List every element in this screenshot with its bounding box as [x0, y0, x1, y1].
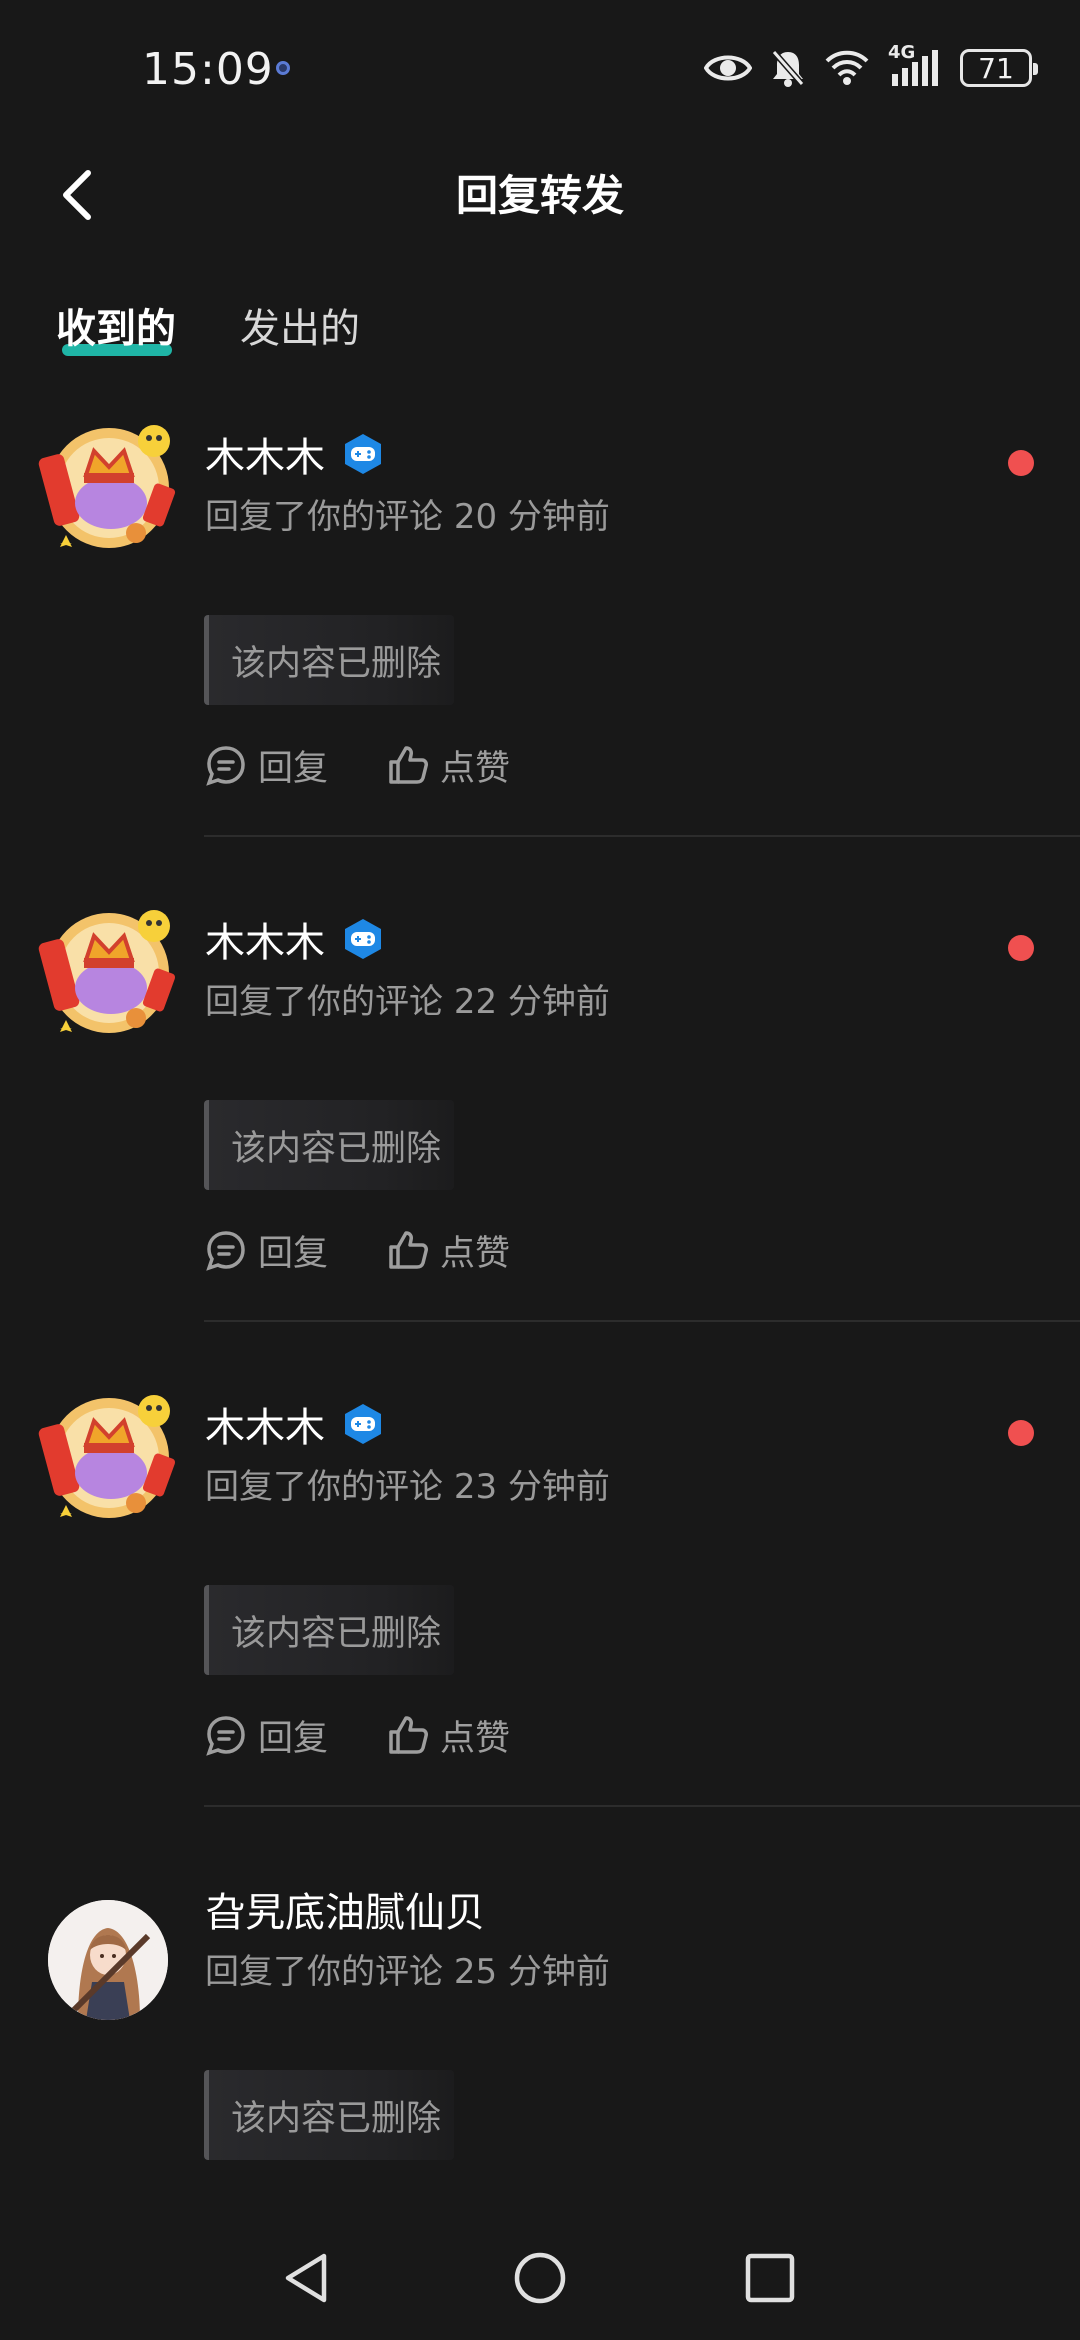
eye-icon: [704, 55, 752, 81]
wifi-icon: [825, 50, 869, 85]
unread-dot: [1008, 935, 1034, 961]
username[interactable]: 旮旯底油腻仙贝: [205, 1880, 485, 1938]
notification-meta: 回复了你的评论 20 分钟前: [205, 497, 610, 537]
comment-icon: [206, 1231, 245, 1271]
avatar[interactable]: [36, 1385, 182, 1531]
quoted-content[interactable]: 该内容已删除: [204, 2070, 454, 2160]
avatar[interactable]: [36, 900, 182, 1046]
quoted-content[interactable]: 该内容已删除: [204, 1585, 454, 1675]
signal-icon: [892, 50, 938, 86]
notification-meta: 回复了你的评论 23 分钟前: [205, 1467, 610, 1507]
nav-home-button[interactable]: [512, 2250, 568, 2310]
like-button[interactable]: 点赞: [386, 1225, 510, 1276]
battery-level: 71: [978, 51, 1014, 85]
square-recents-icon: [745, 2253, 795, 2303]
crown-avatar-image: [38, 425, 176, 548]
notification-item[interactable]: 木木木 回复了你的评论 23 分钟前 该内容已删除 回复 点赞: [0, 1365, 1080, 1850]
username[interactable]: 木木木: [205, 425, 385, 483]
reply-button[interactable]: 回复: [204, 1225, 328, 1276]
divider: [204, 835, 1080, 837]
game-controller-badge-icon: [345, 434, 381, 474]
game-controller-badge-icon: [345, 919, 381, 959]
tab-sent[interactable]: 发出的: [240, 296, 360, 354]
username[interactable]: 木木木: [205, 1395, 385, 1453]
notification-item[interactable]: 木木木 回复了你的评论 20 分钟前 该内容已删除 回复 点赞: [0, 395, 1080, 880]
status-bar: 15:09 4G 71: [0, 0, 1080, 140]
reply-button[interactable]: 回复: [204, 740, 328, 791]
action-row: 回复 点赞: [204, 1705, 568, 1765]
nav-recents-button[interactable]: [742, 2250, 798, 2310]
crown-avatar-image: [38, 910, 176, 1033]
signal-indicator: 4G: [888, 42, 942, 88]
unread-dot: [1008, 1420, 1034, 1446]
page-title: 回复转发: [455, 171, 624, 220]
circle-home-icon: [514, 2252, 566, 2304]
reply-button[interactable]: 回复: [204, 1710, 328, 1761]
thumbs-up-icon: [389, 1716, 429, 1754]
notification-item[interactable]: 木木木 回复了你的评论 22 分钟前 该内容已删除 回复 点赞: [0, 880, 1080, 1365]
triangle-back-icon: [285, 2253, 327, 2303]
like-button[interactable]: 点赞: [386, 740, 510, 791]
username[interactable]: 木木木: [205, 910, 385, 968]
notification-meta: 回复了你的评论 22 分钟前: [205, 982, 610, 1022]
tab-bar: 收到的 发出的: [0, 290, 1080, 370]
nav-back-button[interactable]: [280, 2250, 336, 2310]
tab-received[interactable]: 收到的: [56, 296, 176, 354]
comment-icon: [206, 746, 245, 786]
quoted-content[interactable]: 该内容已删除: [204, 615, 454, 705]
status-icons: 4G 71: [704, 42, 1038, 92]
divider: [204, 1805, 1080, 1807]
crown-avatar-image: [38, 1395, 176, 1518]
quoted-content[interactable]: 该内容已删除: [204, 1100, 454, 1190]
divider: [204, 1320, 1080, 1322]
game-controller-badge-icon: [345, 1404, 381, 1444]
comment-icon: [206, 1716, 245, 1756]
like-button[interactable]: 点赞: [386, 1710, 510, 1761]
header: 回复转发: [0, 140, 1080, 250]
anime-girl-avatar-image: [48, 1900, 168, 2020]
action-row: 回复 点赞: [204, 1220, 568, 1280]
system-navigation-bar: [0, 2210, 1080, 2340]
action-row: 回复 点赞: [204, 735, 568, 795]
avatar[interactable]: [36, 415, 182, 561]
battery-icon: 71: [960, 49, 1038, 87]
notification-meta: 回复了你的评论 25 分钟前: [205, 1952, 610, 1992]
bell-off-icon: [771, 50, 805, 87]
thumbs-up-icon: [389, 746, 429, 784]
unread-dot: [1008, 450, 1034, 476]
avatar[interactable]: [48, 1900, 168, 2020]
status-time: 15:09: [142, 44, 274, 95]
thumbs-up-icon: [389, 1231, 429, 1269]
notification-dot-icon: [276, 61, 290, 75]
